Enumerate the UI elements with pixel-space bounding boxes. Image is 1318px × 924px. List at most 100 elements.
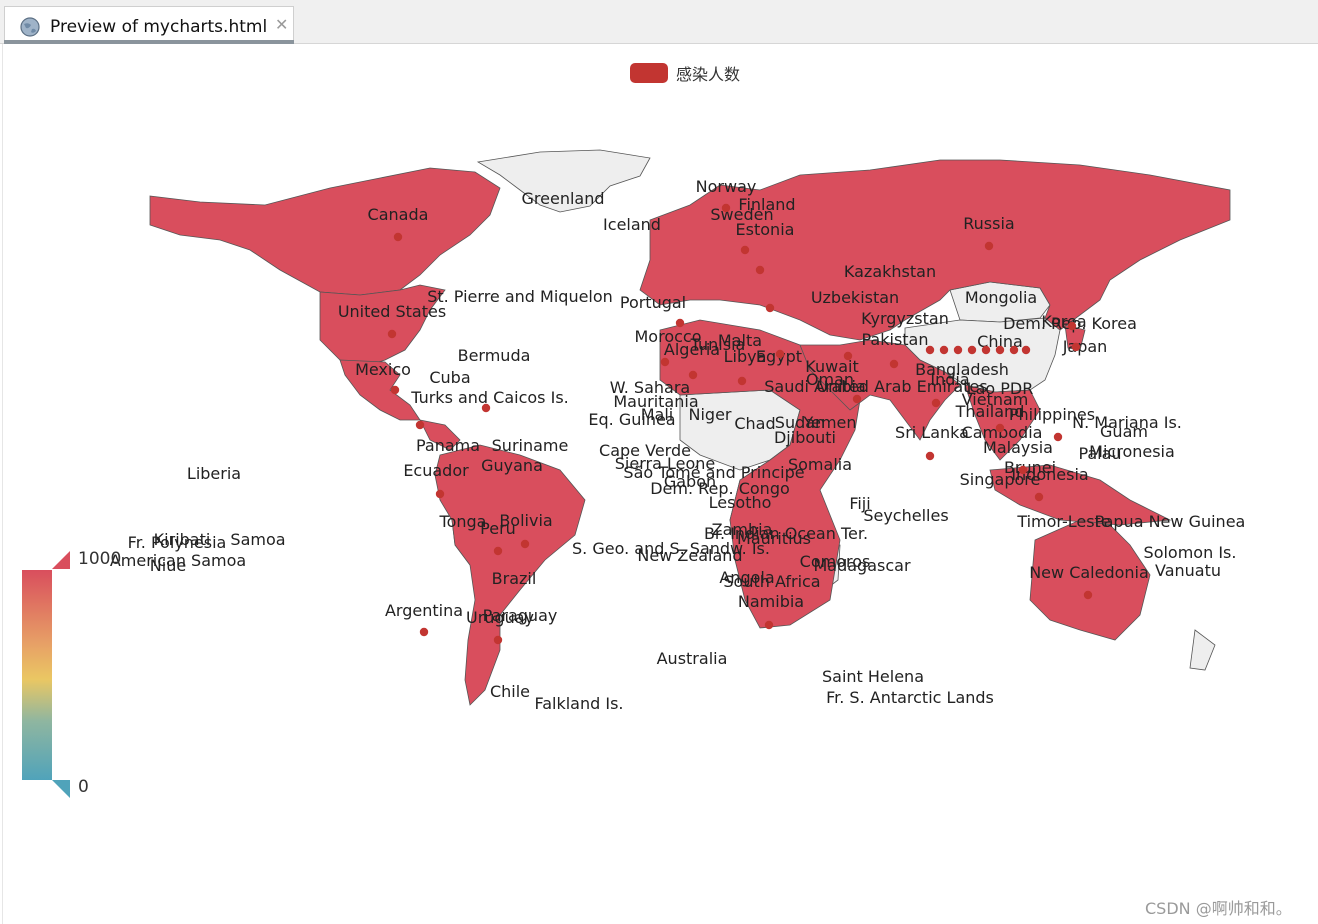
map-label: Ecuador — [403, 461, 469, 480]
map-label: S. Geo. and S. Sandw. Is. — [572, 539, 770, 558]
map-label: Bangladesh — [915, 360, 1009, 379]
map-label: Zambia — [712, 520, 773, 539]
map-point[interactable] — [931, 398, 941, 408]
map-point[interactable] — [415, 420, 425, 430]
map-point[interactable] — [939, 345, 949, 355]
map-point[interactable] — [1071, 342, 1081, 352]
map-label: Norway — [696, 177, 757, 196]
map-point[interactable] — [1009, 345, 1019, 355]
map-label: Turks and Caicos Is. — [410, 388, 569, 407]
region-new-zealand[interactable] — [1189, 629, 1216, 671]
map-label: Australia — [657, 649, 728, 668]
map-point[interactable] — [493, 546, 503, 556]
map-point[interactable] — [925, 345, 935, 355]
map-point[interactable] — [721, 203, 731, 213]
map-point[interactable] — [493, 635, 503, 645]
map-label: Bermuda — [458, 346, 531, 365]
map-point[interactable] — [688, 370, 698, 380]
map-point[interactable] — [1067, 321, 1077, 331]
map-label: Saint Helena — [822, 667, 924, 686]
map-point[interactable] — [843, 351, 853, 361]
watermark: CSDN @啊帅和和。 — [1145, 899, 1292, 918]
map-label: Mexico — [355, 360, 411, 379]
map-point[interactable] — [393, 232, 403, 242]
map-point[interactable] — [520, 539, 530, 549]
map-label: Bolivia — [499, 511, 552, 530]
map-label: Estonia — [736, 220, 795, 239]
map-point[interactable] — [765, 303, 775, 313]
visual-map-max-label: 1000 — [78, 549, 122, 569]
map-point[interactable] — [764, 620, 774, 630]
map-label: South Africa — [723, 572, 820, 591]
map-label: Eq. Guinea — [588, 410, 675, 429]
map-label: Chad — [734, 414, 775, 433]
map-label: Sri Lanka — [895, 423, 969, 442]
map-label: Malta — [718, 331, 762, 350]
map-label: St. Pierre and Miquelon — [427, 287, 613, 306]
map-label: Canada — [368, 205, 429, 224]
map-label: Panama — [416, 436, 480, 455]
map-point[interactable] — [995, 423, 1005, 433]
map-label: Suriname — [492, 436, 569, 455]
map-point[interactable] — [419, 627, 429, 637]
map-label: New Caledonia — [1029, 563, 1149, 582]
map-point[interactable] — [1018, 465, 1028, 475]
world-map[interactable]: NorwayFinlandSwedenEstoniaCanadaGreenlan… — [0, 0, 1318, 924]
visual-map-max-handle[interactable] — [52, 551, 70, 569]
map-label: Niger — [689, 405, 732, 424]
map-point[interactable] — [481, 403, 491, 413]
map-label: Pakistan — [862, 330, 929, 349]
map-label: Cuba — [429, 368, 470, 387]
map-label: Uzbekistan — [811, 288, 899, 307]
map-point[interactable] — [984, 241, 994, 251]
map-point[interactable] — [435, 489, 445, 499]
map-label: Djibouti — [774, 428, 836, 447]
map-label: Guam — [1100, 422, 1148, 441]
map-point[interactable] — [1021, 345, 1031, 355]
map-point[interactable] — [755, 265, 765, 275]
map-label: Samoa — [230, 530, 285, 549]
map-point[interactable] — [775, 349, 785, 359]
visual-map-min-handle[interactable] — [52, 780, 70, 798]
map-label: Brazil — [492, 569, 537, 588]
map-label: Japan — [1062, 337, 1108, 356]
visual-map-gradient-bar[interactable] — [22, 570, 52, 780]
map-label: Fr. Polynesia — [128, 533, 227, 552]
map-point[interactable] — [995, 345, 1005, 355]
map-label: Oman — [806, 370, 854, 389]
map-label: Madagascar — [813, 556, 910, 575]
map-label: Kyrgyzstan — [861, 309, 949, 328]
map-label: Korea — [1041, 312, 1086, 331]
map-point[interactable] — [387, 329, 397, 339]
map-label: Sierra Leone — [615, 454, 715, 473]
map-label: Malaysia — [983, 438, 1053, 457]
map-label: Liberia — [187, 464, 241, 483]
map-label: Uruguay — [466, 608, 534, 627]
map-point[interactable] — [1034, 492, 1044, 502]
map-point[interactable] — [1083, 590, 1093, 600]
visual-map-min-label: 0 — [78, 777, 89, 797]
map-point[interactable] — [740, 245, 750, 255]
map-point[interactable] — [660, 357, 670, 367]
map-label: Greenland — [522, 189, 605, 208]
region-canada[interactable] — [149, 167, 501, 296]
map-label: Seychelles — [863, 506, 948, 525]
map-point[interactable] — [737, 376, 747, 386]
map-point[interactable] — [852, 394, 862, 404]
map-label: Portugal — [620, 293, 686, 312]
map-point[interactable] — [675, 318, 685, 328]
map-label: Niue — [150, 556, 186, 575]
map-point[interactable] — [981, 345, 991, 355]
map-point[interactable] — [1053, 432, 1063, 442]
map-label: Guyana — [481, 456, 543, 475]
map-point[interactable] — [967, 345, 977, 355]
map-label: Argentina — [385, 601, 463, 620]
map-label: Papua New Guinea — [1095, 512, 1246, 531]
map-point[interactable] — [889, 359, 899, 369]
map-point[interactable] — [390, 385, 400, 395]
map-label: Fr. S. Antarctic Lands — [826, 688, 994, 707]
map-point[interactable] — [925, 451, 935, 461]
map-point[interactable] — [953, 345, 963, 355]
map-label: Mongolia — [965, 288, 1037, 307]
map-label: Namibia — [738, 592, 804, 611]
